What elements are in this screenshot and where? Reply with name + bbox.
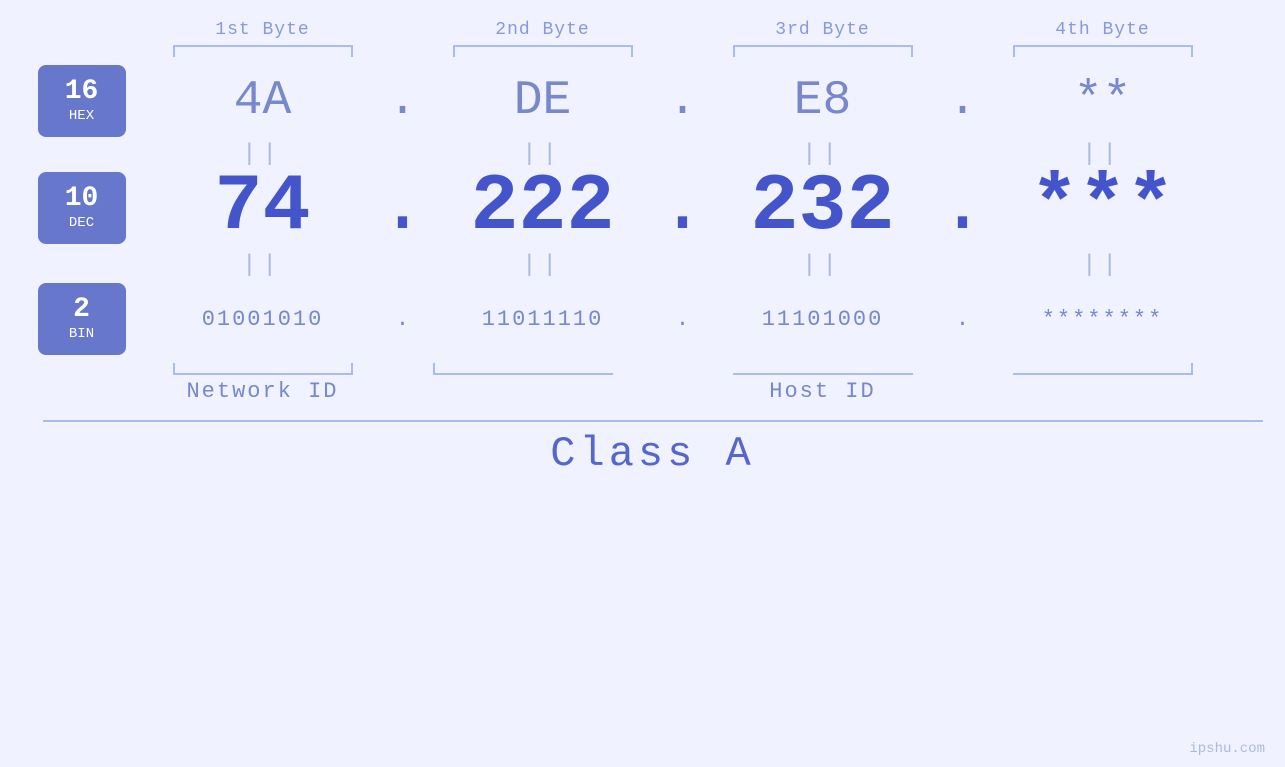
bracket-byte2 <box>453 45 633 57</box>
dec-dot2: . <box>658 168 706 248</box>
dec-row: 10 DEC 74 . 222 . 232 . *** <box>23 168 1283 248</box>
eq2-b1: || <box>153 252 373 279</box>
hex-dot2: . <box>668 74 697 128</box>
class-a-row: Class A <box>23 430 1283 478</box>
bottom-bracket-byte1 <box>173 363 353 375</box>
bracket-byte4 <box>1013 45 1193 57</box>
bottom-bracket-byte4-right <box>1013 363 1193 375</box>
bottom-bracket-byte3 <box>733 363 913 375</box>
eq2-b3: || <box>713 252 933 279</box>
byte1-label: 1st Byte <box>153 20 373 40</box>
dec-badge-number: 10 <box>65 185 99 213</box>
bin-row: 2 BIN 01001010 . 11011110 . 11101000 . *… <box>23 283 1283 355</box>
dec-byte4: *** <box>1030 168 1174 248</box>
bin-byte3: 11101000 <box>762 307 884 332</box>
bottom-bracket-byte2-left <box>433 363 613 375</box>
eq2-b4: || <box>993 252 1213 279</box>
bin-byte4: ******** <box>1042 307 1164 332</box>
header-row: 1st Byte 2nd Byte 3rd Byte 4th Byte <box>23 20 1283 40</box>
bin-dot1: . <box>396 307 409 332</box>
hex-row: 16 HEX 4A . DE . E8 . ** <box>23 65 1283 137</box>
byte4-label: 4th Byte <box>993 20 1213 40</box>
network-id-label: Network ID <box>153 379 373 404</box>
eq2-b2: || <box>433 252 653 279</box>
hex-badge: 16 HEX <box>38 65 126 137</box>
hex-byte3: E8 <box>794 74 852 128</box>
bin-dot2: . <box>676 307 689 332</box>
hex-byte4: ** <box>1074 74 1132 128</box>
bin-badge-number: 2 <box>73 296 90 324</box>
hex-badge-label: HEX <box>69 108 94 124</box>
bin-byte1: 01001010 <box>202 307 324 332</box>
byte2-label: 2nd Byte <box>433 20 653 40</box>
class-divider <box>43 420 1263 422</box>
bracket-byte3 <box>733 45 913 57</box>
class-a-text: Class A <box>550 430 754 478</box>
hex-byte2: DE <box>514 74 572 128</box>
hex-byte1: 4A <box>234 74 292 128</box>
hex-badge-number: 16 <box>65 78 99 106</box>
dec-badge-label: DEC <box>69 215 94 231</box>
byte3-label: 3rd Byte <box>713 20 933 40</box>
dec-byte3: 232 <box>750 168 894 248</box>
watermark: ipshu.com <box>1189 741 1265 757</box>
dec-badge: 10 DEC <box>38 172 126 244</box>
id-label-row: Network ID Host ID <box>23 379 1283 404</box>
dec-dot1: . <box>378 168 426 248</box>
dec-dot3: . <box>938 168 986 248</box>
bin-badge-label: BIN <box>69 326 94 342</box>
dec-byte2: 222 <box>470 168 614 248</box>
hex-dot3: . <box>948 74 977 128</box>
bracket-byte1 <box>173 45 353 57</box>
bottom-bracket-row <box>23 363 1283 375</box>
top-bracket-row <box>23 45 1283 57</box>
bin-badge: 2 BIN <box>38 283 126 355</box>
host-id-label: Host ID <box>713 379 933 404</box>
eq-row-2: || || || || <box>23 252 1283 279</box>
bin-byte2: 11011110 <box>482 307 604 332</box>
hex-dot1: . <box>388 74 417 128</box>
main-container: 1st Byte 2nd Byte 3rd Byte 4th Byte 16 H… <box>0 0 1285 767</box>
dec-byte1: 74 <box>214 168 310 248</box>
bin-dot3: . <box>956 307 969 332</box>
